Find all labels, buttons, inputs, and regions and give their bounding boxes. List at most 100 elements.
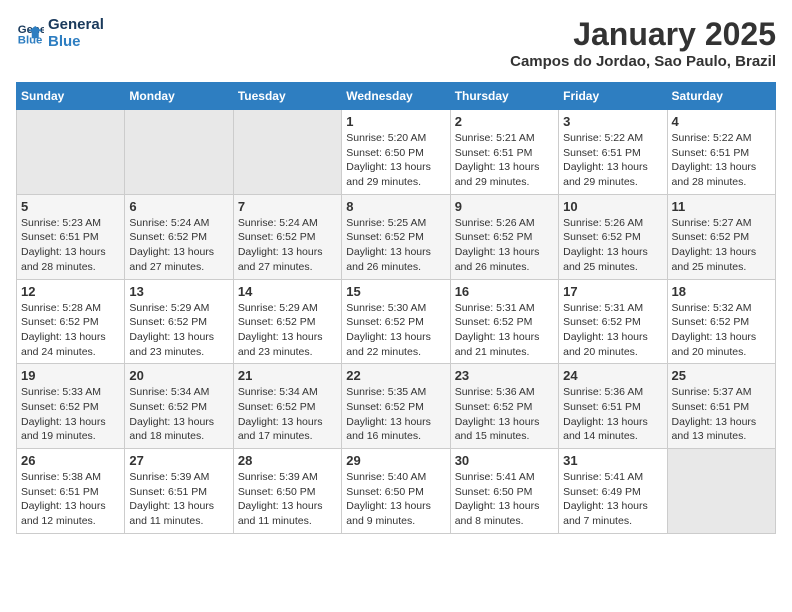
col-header-friday: Friday: [559, 83, 667, 110]
day-info: Sunrise: 5:31 AM Sunset: 6:52 PM Dayligh…: [455, 301, 554, 360]
day-info: Sunrise: 5:36 AM Sunset: 6:51 PM Dayligh…: [563, 385, 662, 444]
day-info: Sunrise: 5:24 AM Sunset: 6:52 PM Dayligh…: [238, 216, 337, 275]
day-number: 1: [346, 114, 445, 129]
calendar-cell: 24 Sunrise: 5:36 AM Sunset: 6:51 PM Dayli…: [559, 364, 667, 449]
calendar-cell: 29 Sunrise: 5:40 AM Sunset: 6:50 PM Dayli…: [342, 449, 450, 534]
logo-line1: General: [48, 16, 104, 33]
col-header-sunday: Sunday: [17, 83, 125, 110]
day-number: 28: [238, 453, 337, 468]
day-info: Sunrise: 5:39 AM Sunset: 6:51 PM Dayligh…: [129, 470, 228, 529]
day-info: Sunrise: 5:22 AM Sunset: 6:51 PM Dayligh…: [672, 131, 771, 190]
day-info: Sunrise: 5:41 AM Sunset: 6:49 PM Dayligh…: [563, 470, 662, 529]
calendar-cell: 25 Sunrise: 5:37 AM Sunset: 6:51 PM Dayli…: [667, 364, 775, 449]
calendar-cell: 21 Sunrise: 5:34 AM Sunset: 6:52 PM Dayli…: [233, 364, 341, 449]
calendar-cell: 8 Sunrise: 5:25 AM Sunset: 6:52 PM Daylig…: [342, 194, 450, 279]
col-header-thursday: Thursday: [450, 83, 558, 110]
day-info: Sunrise: 5:39 AM Sunset: 6:50 PM Dayligh…: [238, 470, 337, 529]
calendar-cell: 14Sunrise: 5:29 AM Sunset: 6:52 PM Dayli…: [233, 279, 341, 364]
col-header-tuesday: Tuesday: [233, 83, 341, 110]
day-number: 2: [455, 114, 554, 129]
calendar-week-row: 5Sunrise: 5:23 AM Sunset: 6:51 PM Daylig…: [17, 194, 776, 279]
day-info: Sunrise: 5:25 AM Sunset: 6:52 PM Dayligh…: [346, 216, 445, 275]
calendar-cell: 1 Sunrise: 5:20 AM Sunset: 6:50 PM Daylig…: [342, 110, 450, 195]
calendar: SundayMondayTuesdayWednesdayThursdayFrid…: [16, 82, 776, 534]
day-info: Sunrise: 5:35 AM Sunset: 6:52 PM Dayligh…: [346, 385, 445, 444]
calendar-cell: [667, 449, 775, 534]
calendar-cell: 19 Sunrise: 5:33 AM Sunset: 6:52 PM Dayli…: [17, 364, 125, 449]
logo-line2: Blue: [48, 33, 104, 50]
day-info: Sunrise: 5:33 AM Sunset: 6:52 PM Dayligh…: [21, 385, 120, 444]
calendar-cell: 6Sunrise: 5:24 AM Sunset: 6:52 PM Daylig…: [125, 194, 233, 279]
day-number: 15: [346, 284, 445, 299]
calendar-week-row: 19 Sunrise: 5:33 AM Sunset: 6:52 PM Dayli…: [17, 364, 776, 449]
day-info: Sunrise: 5:36 AM Sunset: 6:52 PM Dayligh…: [455, 385, 554, 444]
day-number: 23: [455, 368, 554, 383]
calendar-cell: 31Sunrise: 5:41 AM Sunset: 6:49 PM Dayli…: [559, 449, 667, 534]
day-number: 25: [672, 368, 771, 383]
day-number: 13: [129, 284, 228, 299]
day-info: Sunrise: 5:23 AM Sunset: 6:51 PM Dayligh…: [21, 216, 120, 275]
col-header-monday: Monday: [125, 83, 233, 110]
calendar-cell: 16 Sunrise: 5:31 AM Sunset: 6:52 PM Dayli…: [450, 279, 558, 364]
day-info: Sunrise: 5:41 AM Sunset: 6:50 PM Dayligh…: [455, 470, 554, 529]
day-info: Sunrise: 5:26 AM Sunset: 6:52 PM Dayligh…: [455, 216, 554, 275]
calendar-cell: 2Sunrise: 5:21 AM Sunset: 6:51 PM Daylig…: [450, 110, 558, 195]
day-info: Sunrise: 5:37 AM Sunset: 6:51 PM Dayligh…: [672, 385, 771, 444]
calendar-cell: 15 Sunrise: 5:30 AM Sunset: 6:52 PM Dayli…: [342, 279, 450, 364]
day-number: 17: [563, 284, 662, 299]
calendar-cell: 5Sunrise: 5:23 AM Sunset: 6:51 PM Daylig…: [17, 194, 125, 279]
day-info: Sunrise: 5:24 AM Sunset: 6:52 PM Dayligh…: [129, 216, 228, 275]
day-number: 22: [346, 368, 445, 383]
calendar-cell: [17, 110, 125, 195]
calendar-cell: [233, 110, 341, 195]
day-number: 4: [672, 114, 771, 129]
day-info: Sunrise: 5:40 AM Sunset: 6:50 PM Dayligh…: [346, 470, 445, 529]
calendar-cell: [125, 110, 233, 195]
day-number: 16: [455, 284, 554, 299]
day-number: 14: [238, 284, 337, 299]
calendar-cell: 22 Sunrise: 5:35 AM Sunset: 6:52 PM Dayli…: [342, 364, 450, 449]
calendar-header-row: SundayMondayTuesdayWednesdayThursdayFrid…: [17, 83, 776, 110]
day-info: Sunrise: 5:20 AM Sunset: 6:50 PM Dayligh…: [346, 131, 445, 190]
day-number: 3: [563, 114, 662, 129]
calendar-cell: 10Sunrise: 5:26 AM Sunset: 6:52 PM Dayli…: [559, 194, 667, 279]
day-info: Sunrise: 5:28 AM Sunset: 6:52 PM Dayligh…: [21, 301, 120, 360]
calendar-cell: 13 Sunrise: 5:29 AM Sunset: 6:52 PM Dayli…: [125, 279, 233, 364]
day-number: 21: [238, 368, 337, 383]
month-title: January 2025: [510, 16, 776, 53]
day-number: 27: [129, 453, 228, 468]
location: Campos do Jordao, Sao Paulo, Brazil: [510, 53, 776, 70]
day-number: 10: [563, 199, 662, 214]
calendar-cell: 12 Sunrise: 5:28 AM Sunset: 6:52 PM Dayli…: [17, 279, 125, 364]
day-info: Sunrise: 5:32 AM Sunset: 6:52 PM Dayligh…: [672, 301, 771, 360]
calendar-cell: 28 Sunrise: 5:39 AM Sunset: 6:50 PM Dayli…: [233, 449, 341, 534]
day-number: 30: [455, 453, 554, 468]
day-number: 9: [455, 199, 554, 214]
calendar-cell: 23 Sunrise: 5:36 AM Sunset: 6:52 PM Dayli…: [450, 364, 558, 449]
title-block: January 2025 Campos do Jordao, Sao Paulo…: [510, 16, 776, 70]
day-number: 7: [238, 199, 337, 214]
col-header-saturday: Saturday: [667, 83, 775, 110]
day-number: 20: [129, 368, 228, 383]
calendar-cell: 17Sunrise: 5:31 AM Sunset: 6:52 PM Dayli…: [559, 279, 667, 364]
calendar-cell: 11Sunrise: 5:27 AM Sunset: 6:52 PM Dayli…: [667, 194, 775, 279]
day-number: 18: [672, 284, 771, 299]
day-info: Sunrise: 5:34 AM Sunset: 6:52 PM Dayligh…: [238, 385, 337, 444]
day-number: 19: [21, 368, 120, 383]
day-number: 11: [672, 199, 771, 214]
calendar-cell: 18 Sunrise: 5:32 AM Sunset: 6:52 PM Dayli…: [667, 279, 775, 364]
day-number: 8: [346, 199, 445, 214]
day-info: Sunrise: 5:29 AM Sunset: 6:52 PM Dayligh…: [129, 301, 228, 360]
calendar-cell: 7 Sunrise: 5:24 AM Sunset: 6:52 PM Daylig…: [233, 194, 341, 279]
calendar-week-row: 12 Sunrise: 5:28 AM Sunset: 6:52 PM Dayli…: [17, 279, 776, 364]
day-info: Sunrise: 5:34 AM Sunset: 6:52 PM Dayligh…: [129, 385, 228, 444]
calendar-cell: 20 Sunrise: 5:34 AM Sunset: 6:52 PM Dayli…: [125, 364, 233, 449]
calendar-cell: 26Sunrise: 5:38 AM Sunset: 6:51 PM Dayli…: [17, 449, 125, 534]
calendar-cell: 4 Sunrise: 5:22 AM Sunset: 6:51 PM Daylig…: [667, 110, 775, 195]
calendar-cell: 27 Sunrise: 5:39 AM Sunset: 6:51 PM Dayli…: [125, 449, 233, 534]
calendar-cell: 30 Sunrise: 5:41 AM Sunset: 6:50 PM Dayli…: [450, 449, 558, 534]
day-number: 29: [346, 453, 445, 468]
day-info: Sunrise: 5:30 AM Sunset: 6:52 PM Dayligh…: [346, 301, 445, 360]
day-number: 12: [21, 284, 120, 299]
day-number: 24: [563, 368, 662, 383]
